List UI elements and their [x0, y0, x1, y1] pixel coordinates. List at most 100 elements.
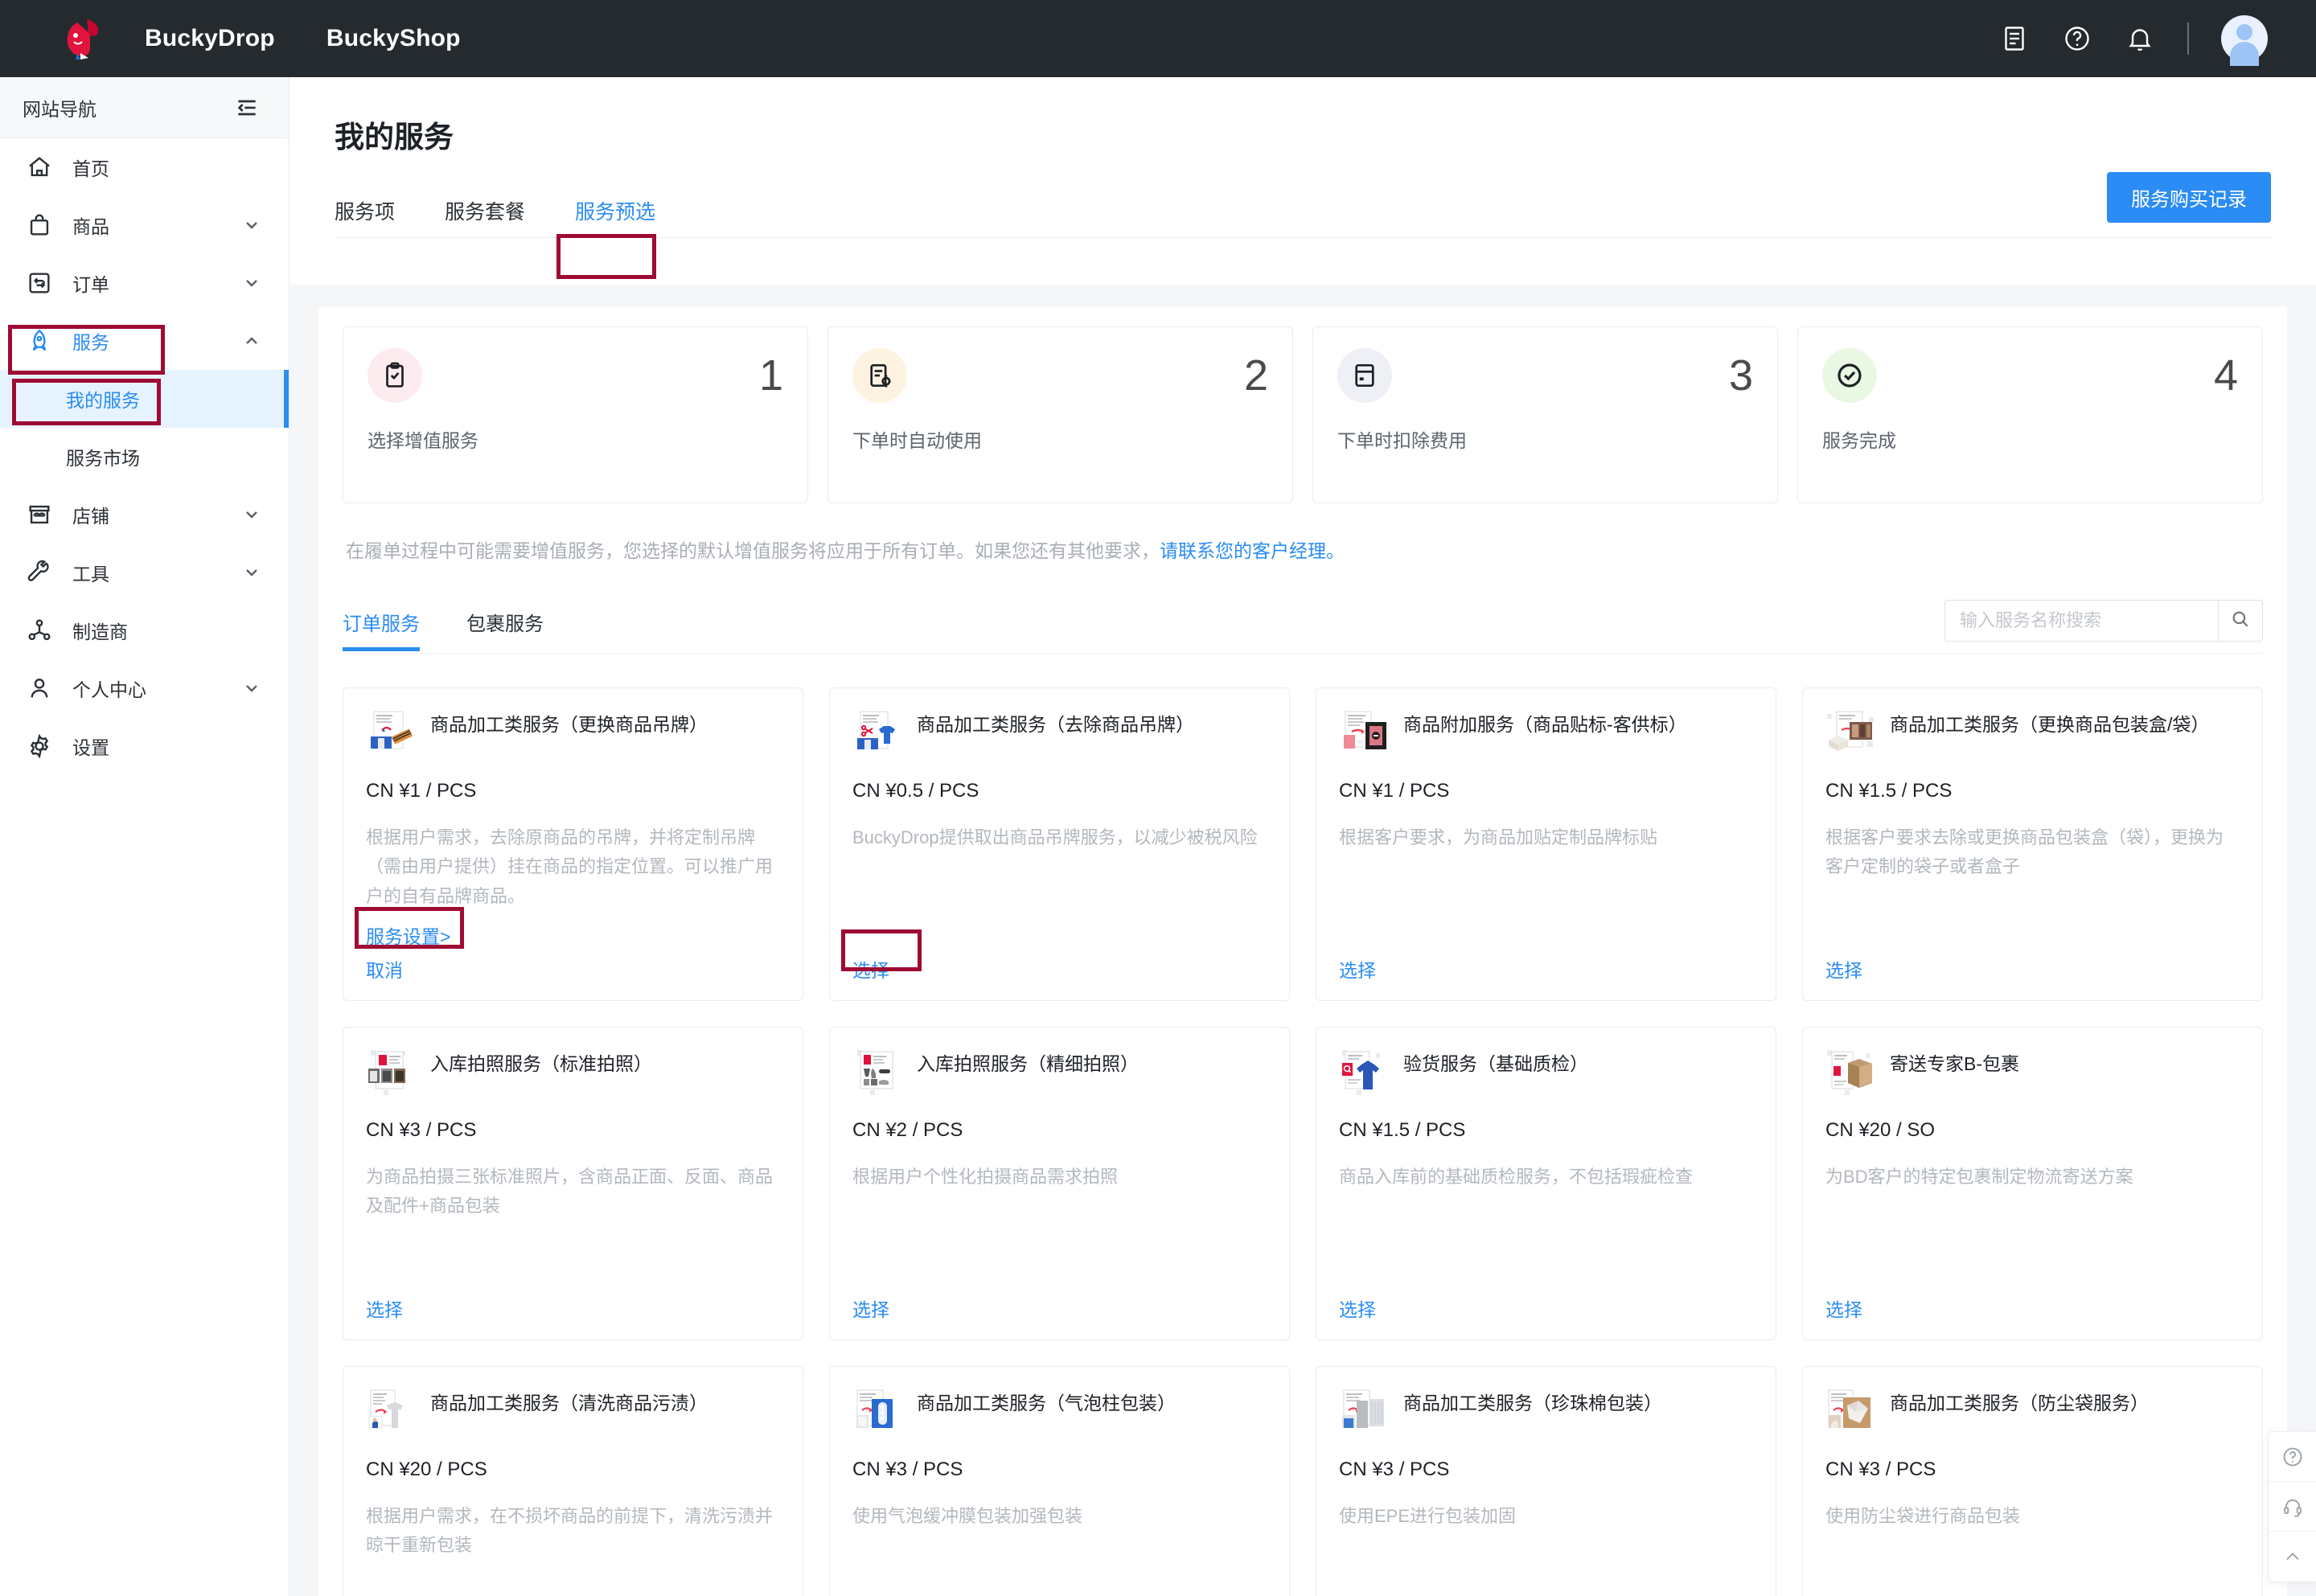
sidebar-item-orders[interactable]: 订单: [0, 254, 289, 312]
photo-standard-thumb: [366, 1048, 416, 1098]
select-link[interactable]: 选择: [1825, 1294, 1862, 1322]
select-link[interactable]: 选择: [852, 1294, 889, 1322]
sidebar-item-settings[interactable]: 设置: [0, 717, 289, 775]
dustbag-thumb: [1825, 1388, 1875, 1438]
contact-manager-link[interactable]: 请联系您的客户经理。: [1160, 540, 1345, 561]
bell-icon[interactable]: [2125, 23, 2155, 54]
sidebar-item-stores[interactable]: 店铺: [0, 486, 289, 544]
service-card[interactable]: 商品加工类服务（更换商品包装盒/袋） CN ¥1.5 / PCS 根据客户要求去…: [1802, 687, 2263, 1001]
service-card[interactable]: 商品加工类服务（清洗商品污渍） CN ¥20 / PCS 根据用户需求，在不损坏…: [343, 1366, 803, 1596]
service-card[interactable]: 寄送专家B-包裹 CN ¥20 / SO 为BD客户的特定包裹制定物流寄送方案 …: [1802, 1027, 2263, 1340]
check-circle-icon: [1822, 348, 1877, 403]
help-circle-icon[interactable]: [2062, 23, 2092, 54]
service-title: 商品加工类服务（去除商品吊牌）: [917, 714, 1194, 735]
service-price: CN ¥2 / PCS: [852, 1119, 963, 1141]
service-price: CN ¥20 / PCS: [366, 1459, 487, 1480]
sidebar-item-services[interactable]: 服务: [0, 312, 289, 370]
service-card[interactable]: 验货服务（基础质检） CN ¥1.5 / PCS 商品入库前的基础质检服务，不包…: [1316, 1027, 1776, 1340]
service-card-actions: 选择: [852, 1294, 1267, 1322]
tab-service-items[interactable]: 服务项: [335, 188, 395, 238]
select-link[interactable]: 选择: [1339, 955, 1376, 983]
service-card-actions: 选择: [1825, 1294, 2240, 1322]
step-label: 选择增值服务: [368, 430, 478, 451]
sidebar-item-tools[interactable]: 工具: [0, 544, 289, 601]
bubble-thumb: [852, 1388, 902, 1438]
service-card[interactable]: 商品加工类服务（更换商品吊牌） CN ¥1 / PCS 根据用户需求，去除原商品…: [343, 687, 803, 1001]
service-card[interactable]: 入库拍照服务（标准拍照） CN ¥3 / PCS 为商品拍摄三张标准照片，含商品…: [343, 1027, 803, 1340]
search-button[interactable]: [2218, 600, 2263, 642]
service-settings-link[interactable]: 服务设置>: [366, 921, 450, 949]
tab-service-preselect[interactable]: 服务预选: [575, 188, 656, 238]
sidebar-item-manufacturers[interactable]: 制造商: [0, 601, 289, 659]
tab-order-services[interactable]: 订单服务: [343, 603, 420, 651]
select-link[interactable]: 选择: [1339, 1294, 1376, 1322]
service-title: 入库拍照服务（精细拍照）: [917, 1053, 1139, 1074]
service-card[interactable]: 商品加工类服务（气泡柱包装） CN ¥3 / PCS 使用气泡缓冲膜包装加强包装…: [829, 1366, 1290, 1596]
help-circle-icon[interactable]: [2269, 1432, 2316, 1482]
service-price: CN ¥3 / PCS: [852, 1459, 963, 1480]
select-link[interactable]: 选择: [1825, 955, 1862, 983]
cancel-link[interactable]: 取消: [366, 955, 780, 983]
service-card[interactable]: 商品加工类服务（去除商品吊牌） CN ¥0.5 / PCS BuckyDrop提…: [829, 687, 1290, 1001]
sidebar-item-home[interactable]: 首页: [0, 138, 289, 196]
top-bar: BuckyDrop BuckyShop: [0, 0, 2316, 77]
select-link[interactable]: 选择: [366, 1294, 403, 1322]
service-title: 商品加工类服务（防尘袋服务）: [1890, 1393, 2149, 1413]
service-card-actions: 服务设置> 取消: [366, 921, 780, 983]
gear-icon: [24, 731, 55, 761]
bucky-logo-icon[interactable]: [53, 10, 111, 68]
epe-thumb: [1339, 1388, 1389, 1438]
scroll-top-icon[interactable]: [2269, 1532, 2316, 1582]
steps-row: 1 选择增值服务 2 下单时自动使用 3 下单时扣除费用 4 服务完成: [343, 326, 2263, 503]
chevron-down-icon: [242, 679, 261, 698]
brand-buckydrop[interactable]: BuckyDrop: [145, 25, 275, 52]
chevron-down-icon: [242, 215, 261, 235]
home-icon: [24, 152, 55, 183]
bag-icon: [24, 210, 55, 240]
sidebar-item-label: 店铺: [72, 506, 109, 527]
sidebar-item-label: 首页: [72, 158, 109, 179]
step-label: 下单时自动使用: [852, 430, 982, 451]
service-card[interactable]: 商品加工类服务（珍珠棉包装） CN ¥3 / PCS 使用EPE进行包装加固 选…: [1316, 1366, 1776, 1596]
service-card[interactable]: 商品附加服务（商品贴标-客供标） CN ¥1 / PCS 根据客户要求，为商品加…: [1316, 687, 1776, 1001]
chevron-down-icon: [242, 273, 261, 293]
search-input[interactable]: [1944, 600, 2218, 642]
doc-icon[interactable]: [1999, 23, 2030, 54]
tag-replacement-thumb: [366, 709, 416, 759]
sidebar-item-label: 制造商: [72, 622, 128, 642]
tab-service-packages[interactable]: 服务套餐: [445, 188, 525, 238]
service-card[interactable]: 入库拍照服务（精细拍照） CN ¥2 / PCS 根据用户个性化拍摄商品需求拍照…: [829, 1027, 1290, 1340]
service-description: 根据客户要求，为商品加贴定制品牌标贴: [1339, 827, 1658, 847]
tab-parcel-services[interactable]: 包裹服务: [466, 603, 544, 650]
service-card-grid: 商品加工类服务（更换商品吊牌） CN ¥1 / PCS 根据用户需求，去除原商品…: [343, 687, 2263, 1596]
shipping-thumb: [1825, 1048, 1875, 1098]
sidebar-item-my-services[interactable]: 我的服务: [0, 370, 289, 428]
chevron-down-icon: [242, 505, 261, 524]
select-link[interactable]: 选择: [852, 955, 889, 983]
sidebar-sub-label: 服务市场: [66, 448, 140, 469]
sidebar-item-products[interactable]: 商品: [0, 196, 289, 254]
service-title: 验货服务（基础质检）: [1403, 1053, 1588, 1074]
float-help-widget: [2268, 1431, 2316, 1582]
sidebar-item-label: 订单: [72, 274, 109, 295]
sidebar-item-service-market[interactable]: 服务市场: [0, 428, 289, 486]
app-root: BuckyDrop BuckyShop 网站导航 首页 商品 订单 服务 我的服…: [0, 0, 2316, 1596]
page-tabs: 服务项 服务套餐 服务预选: [335, 188, 2271, 238]
service-description: 根据客户要求去除或更换商品包装盒（袋），更换为客户定制的袋子或者盒子: [1825, 827, 2224, 877]
service-type-tabs: 订单服务 包裹服务: [343, 600, 2263, 654]
notice-text: 在履单过程中可能需要增值服务，您选择的默认增值服务将应用于所有订单。如果您还有其…: [346, 535, 2260, 563]
sidebar-item-personal-center[interactable]: 个人中心: [0, 659, 289, 717]
top-bar-divider: [2187, 23, 2189, 55]
headset-icon[interactable]: [2269, 1482, 2316, 1532]
service-card[interactable]: 商品加工类服务（防尘袋服务） CN ¥3 / PCS 使用防尘袋进行商品包装 选…: [1802, 1366, 2263, 1596]
content-area: 1 选择增值服务 2 下单时自动使用 3 下单时扣除费用 4 服务完成 在履单过…: [290, 285, 2316, 1596]
service-description: 使用防尘袋进行商品包装: [1825, 1506, 2021, 1526]
services-panel: 1 选择增值服务 2 下单时自动使用 3 下单时扣除费用 4 服务完成 在履单过…: [318, 307, 2287, 1596]
brand-buckyshop[interactable]: BuckyShop: [326, 25, 461, 52]
service-description: 商品入库前的基础质检服务，不包括瑕疵检查: [1339, 1167, 1694, 1187]
collapse-sidebar-icon[interactable]: [234, 95, 260, 121]
avatar[interactable]: [2221, 15, 2268, 66]
service-description: 根据用户个性化拍摄商品需求拍照: [852, 1167, 1119, 1187]
photo-detailed-thumb: [852, 1048, 902, 1098]
service-description: 根据用户需求，去除原商品的吊牌，并将定制吊牌（需由用户提供）挂在商品的指定位置。…: [366, 827, 774, 906]
